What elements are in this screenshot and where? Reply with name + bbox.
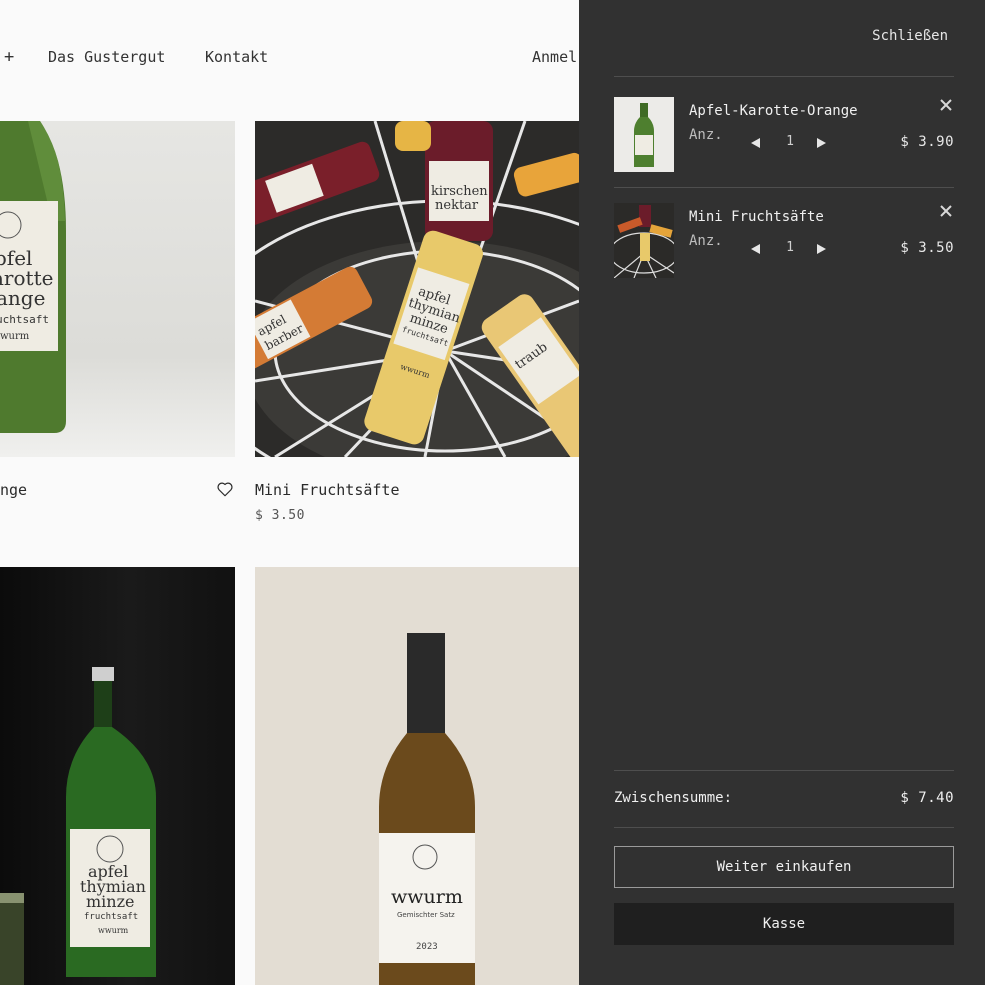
nav-link-login[interactable]: Anmel — [532, 48, 577, 66]
continue-shopping-button[interactable]: Weiter einkaufen — [614, 846, 954, 888]
product-price: $ 3.50 — [255, 508, 305, 523]
product-image-apfel-thymian-minze[interactable]: apfel thymian minze fruchtsaft wwurm — [0, 567, 235, 985]
decrease-quantity-icon[interactable] — [751, 244, 760, 254]
cart-item: Mini Fruchtsäfte Anz. 1 $ 3.50 — [614, 203, 954, 283]
cart-item-title[interactable]: Apfel-Karotte-Orange — [689, 103, 858, 119]
close-icon[interactable] — [938, 203, 954, 219]
divider — [614, 187, 954, 188]
cart-item-thumbnail[interactable] — [614, 203, 674, 278]
cart-item-price: $ 3.90 — [900, 134, 954, 150]
label-text: wurm — [0, 331, 30, 342]
quantity-label: Anz. — [689, 233, 723, 249]
nav-link-kontakt[interactable]: Kontakt — [205, 48, 268, 66]
label-text: uchtsaft — [0, 313, 49, 326]
nav-link-gustergut[interactable]: Das Gustergut — [48, 48, 165, 66]
increase-quantity-icon[interactable] — [817, 138, 826, 148]
checkout-button[interactable]: Kasse — [614, 903, 954, 945]
label-text: minze — [86, 892, 135, 911]
product-image-apfel-karotte-orange[interactable]: pfel arotte ange uchtsaft wurm — [0, 121, 235, 457]
decrease-quantity-icon[interactable] — [751, 138, 760, 148]
label-text: kirschen — [431, 184, 488, 199]
plus-icon[interactable]: + — [4, 47, 14, 67]
increase-quantity-icon[interactable] — [817, 244, 826, 254]
cart-drawer: Schließen Apfel-Karotte-Orange Anz. 1 $ … — [579, 0, 985, 985]
label-text: 2023 — [416, 942, 438, 952]
label-text: fruchtsaft — [84, 912, 138, 922]
product-name[interactable]: Mini Fruchtsäfte — [255, 481, 400, 499]
cart-item-thumbnail[interactable] — [614, 97, 674, 172]
label-text: wwurm — [391, 886, 463, 908]
label-text: wwurm — [98, 926, 129, 935]
heart-icon[interactable] — [216, 480, 234, 498]
divider — [614, 827, 954, 828]
close-icon[interactable] — [938, 97, 954, 113]
subtotal-label: Zwischensumme: — [614, 790, 733, 806]
close-cart-button[interactable]: Schließen — [872, 28, 948, 44]
divider — [614, 770, 954, 771]
quantity-value: 1 — [786, 240, 794, 255]
label-text: Gemischter Satz — [397, 911, 455, 919]
quantity-value: 1 — [786, 134, 794, 149]
product-image-wwurm-gemischter-satz[interactable]: wwurm Gemischter Satz 2023 — [255, 567, 579, 985]
cart-item-price: $ 3.50 — [900, 240, 954, 256]
label-text: nektar — [435, 198, 479, 213]
product-image-mini-fruchtsaefte[interactable]: kirschen nektar apfel barber apfel thymi… — [255, 121, 579, 457]
label-text: ange — [0, 286, 45, 310]
cart-item: Apfel-Karotte-Orange Anz. 1 $ 3.90 — [614, 97, 954, 177]
product-name[interactable]: nge — [0, 481, 27, 499]
subtotal-value: $ 7.40 — [900, 790, 954, 806]
cart-item-title[interactable]: Mini Fruchtsäfte — [689, 209, 824, 225]
divider — [614, 76, 954, 77]
quantity-label: Anz. — [689, 127, 723, 143]
